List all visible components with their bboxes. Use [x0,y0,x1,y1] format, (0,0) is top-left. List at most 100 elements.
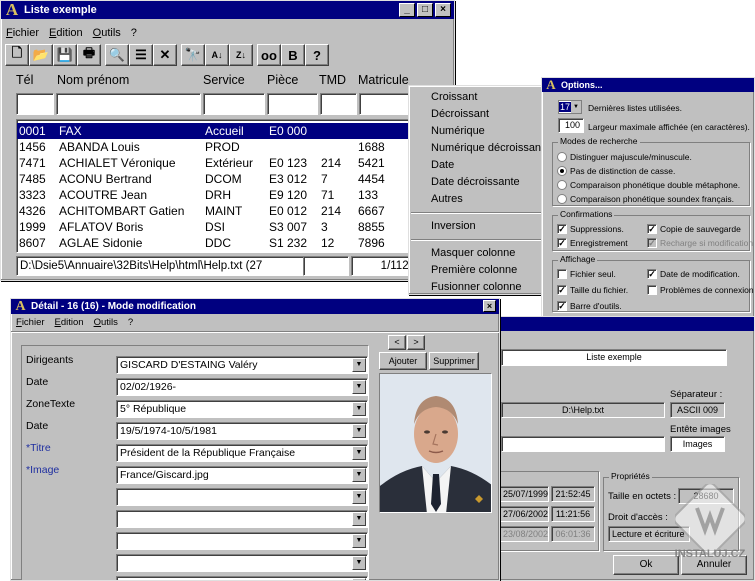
dropdown-arrow-icon[interactable]: ▼ [352,380,366,394]
col-piece[interactable]: Pièce [267,73,298,87]
context-menu-item[interactable]: Croissant [409,89,543,106]
display-file-size[interactable]: ✓ Taille du fichier. [557,283,628,297]
field-value-combo[interactable]: 02/02/1926- ▼ [116,378,368,396]
menu-fichier[interactable]: Fichier [1,27,44,39]
detail-menu-fichier[interactable]: Fichier [11,317,50,328]
dropdown-arrow-icon[interactable]: ▼ [352,424,366,438]
list-button[interactable]: ☰ [129,44,153,66]
dropdown-arrow-icon[interactable]: ▼ [352,446,366,460]
col-nom[interactable]: Nom prénom [57,73,129,87]
confirm-backup[interactable]: ✓ Copie de sauvegarde [647,222,741,236]
detail-menu-outils[interactable]: Outils [89,317,123,328]
confirm-save[interactable]: ✓ Enregistrement [557,236,628,250]
table-row[interactable]: 3323 ACOUTRE Jean DRH E9 120 71 133 [17,187,415,203]
search-mode-option[interactable]: Comparaison phonétique double métaphone. [557,178,740,192]
phonetic-button[interactable]: oo [257,44,281,66]
context-menu-item[interactable]: Fusionner colonne [409,279,543,294]
display-conn-problems[interactable]: Problèmes de connexion. [647,283,754,297]
col-tel[interactable]: Tél [16,73,33,87]
search-mode-option[interactable]: Comparaison phonétique soundex français. [557,192,740,206]
field-value-combo[interactable]: GISCARD D'ESTAING Valéry ▼ [116,356,368,374]
list-name-field[interactable]: Liste exemple [501,349,727,366]
filter-nom-input[interactable] [56,93,201,115]
dropdown-arrow-icon[interactable]: ▼ [352,402,366,416]
binoculars-button[interactable]: 🔭 [181,44,205,66]
blank-field[interactable] [501,436,665,452]
field-value-combo[interactable]: 5° République ▼ [116,400,368,418]
dropdown-arrow-icon[interactable]: ▼ [352,490,366,504]
table-row[interactable]: 7485 ACONU Bertrand DCOM E3 012 7 4454 [17,171,415,187]
search-mode-option[interactable]: Distinguer majuscule/minuscule. [557,150,740,164]
open-button[interactable]: 📂 [29,44,53,66]
properties-titlebar[interactable] [481,317,754,331]
context-menu-item[interactable]: Numérique [409,123,543,140]
display-file-only[interactable]: Fichier seul. [557,267,616,281]
context-menu-item[interactable]: Autres [409,191,543,208]
table-row[interactable]: 0001 FAX Accueil E0 000 [17,123,415,139]
table-row[interactable]: 4326 ACHITOMBART Gatien MAINT E0 012 214 6667 [17,203,415,219]
field-value-combo[interactable]: 19/5/1974-10/5/1981 ▼ [116,422,368,440]
print-button[interactable]: 🖶 [77,44,101,66]
filter-tel-input[interactable] [16,93,54,115]
context-menu-item[interactable]: Première colonne [409,262,543,279]
col-service[interactable]: Service [203,73,245,87]
search-button[interactable]: 🔍 [105,44,129,66]
dropdown-arrow-icon[interactable]: ▼ [352,358,366,372]
context-menu-item[interactable]: Numérique décroissant [409,140,543,157]
display-mod-date[interactable]: ✓ Date de modification. [647,267,740,281]
field-value-combo[interactable]: ▼ [116,532,368,550]
dropdown-arrow-icon[interactable]: ▼ [352,512,366,526]
save-button[interactable]: 💾 [53,44,77,66]
field-value-combo[interactable]: ▼ [116,554,368,572]
display-toolbar[interactable]: ✓ Barre d'outils. [557,299,622,313]
bold-button[interactable]: B [281,44,305,66]
filter-piece-input[interactable] [267,93,318,115]
context-menu-item[interactable]: Décroissant [409,106,543,123]
menu-outils[interactable]: Outils [88,27,126,39]
field-value-combo[interactable]: France/Giscard.jpg ▼ [116,466,368,484]
help-button[interactable]: ? [305,44,329,66]
search-mode-option[interactable]: Pas de distinction de casse. [557,164,740,178]
table-row[interactable]: 1456 ABANDA Louis PROD 1688 [17,139,415,155]
dropdown-arrow-icon[interactable]: ▼ [352,534,366,548]
confirm-suppressions[interactable]: ✓ Suppressions. [557,222,624,236]
header-image-field[interactable]: Images [670,436,725,452]
field-value-combo[interactable]: ▼ [116,488,368,506]
list-window-titlebar[interactable]: A Liste exemple _ □ × [1,1,454,19]
field-value-combo[interactable]: ▼ [116,576,368,580]
context-menu-item[interactable]: Date décroissante [409,174,543,191]
sort-za-button[interactable]: Z↓ [229,44,253,66]
recent-count-select[interactable]: 17 ▼ [558,100,582,114]
delete-image-button[interactable]: Supprimer [429,352,479,370]
sort-az-button[interactable]: A↓ [205,44,229,66]
separator-field[interactable]: ASCII 009 [670,402,725,418]
data-list[interactable]: 0001 FAX Accueil E0 000 1456 ABANDA Louis PROD… [16,119,416,253]
add-image-button[interactable]: Ajouter [379,352,427,370]
prev-record-button[interactable]: < [388,335,406,350]
filter-service-input[interactable] [203,93,265,115]
detail-menu-help[interactable]: ? [123,317,138,328]
menu-edition[interactable]: Edition [44,27,88,39]
context-menu-item[interactable]: Masquer colonne [409,245,543,262]
minimize-button[interactable]: _ [399,3,415,17]
table-row[interactable]: 8607 AGLAE Sidonie DDC S1 232 12 7896 [17,235,415,251]
detail-close-button[interactable]: × [483,300,496,312]
col-matricule[interactable]: Matricule [358,73,409,87]
dropdown-arrow-icon[interactable]: ▼ [352,556,366,570]
new-button[interactable]: 🗋 [5,44,29,66]
dropdown-arrow-icon[interactable]: ▼ [352,468,366,482]
detail-menu-edition[interactable]: Edition [50,317,89,328]
context-menu-item[interactable]: Inversion [409,218,543,235]
maximize-button[interactable]: □ [417,3,433,17]
delete-button[interactable]: ✕ [153,44,177,66]
next-record-button[interactable]: > [407,335,425,350]
menu-help[interactable]: ? [126,27,142,39]
table-row[interactable]: 7471 ACHIALET Véronique Extérieur E0 123 214… [17,155,415,171]
field-value-combo[interactable]: Président de la République Française ▼ [116,444,368,462]
table-row[interactable]: 1999 AFLATOV Boris DSI S3 007 3 8855 [17,219,415,235]
field-value-combo[interactable]: ▼ [116,510,368,528]
close-button[interactable]: × [435,3,451,17]
filter-tmd-input[interactable] [320,93,357,115]
max-width-input[interactable]: 100 [558,118,584,133]
detail-titlebar[interactable]: A Détail - 16 (16) - Mode modification × [11,299,499,314]
